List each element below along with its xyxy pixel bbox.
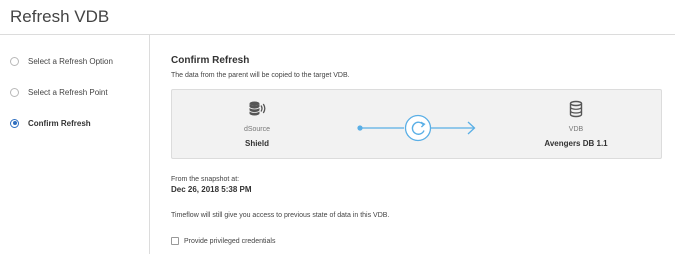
privileged-credentials-label: Provide privileged credentials <box>184 237 276 245</box>
source-type: dSource <box>243 126 271 133</box>
target-name: Avengers DB 1.1 <box>544 139 608 148</box>
snapshot-timestamp: Dec 26, 2018 5:38 PM <box>171 185 252 194</box>
step-label: Confirm Refresh <box>28 118 91 128</box>
step-label: Select a Refresh Point <box>28 87 108 97</box>
source-name: Shield <box>244 139 269 148</box>
section-description: The data from the parent will be copied … <box>171 72 350 79</box>
wizard-steps-sidebar: Select a Refresh Option Select a Refresh… <box>0 35 150 254</box>
step-select-refresh-option[interactable]: Select a Refresh Option <box>10 54 113 68</box>
step-confirm-refresh[interactable]: Confirm Refresh <box>10 116 91 130</box>
section-heading: Confirm Refresh <box>171 55 250 66</box>
vdb-database-icon <box>569 100 583 118</box>
privileged-credentials-checkbox[interactable] <box>171 237 179 245</box>
privileged-credentials-option[interactable]: Provide privileged credentials <box>171 237 275 245</box>
timeflow-note: Timeflow will still give you access to p… <box>171 212 390 219</box>
step-radio-icon <box>10 87 19 97</box>
page-title: Refresh VDB <box>10 7 110 26</box>
refresh-diagram: dSource Shield VDB Avengers DB 1.1 <box>171 89 662 159</box>
step-select-refresh-point[interactable]: Select a Refresh Point <box>10 85 108 99</box>
confirm-refresh-panel: Confirm Refresh The data from the parent… <box>171 35 671 254</box>
step-radio-icon <box>10 56 19 66</box>
snapshot-label: From the snapshot at: <box>171 176 240 183</box>
target-type: VDB <box>568 126 584 133</box>
dsource-database-icon <box>249 101 266 116</box>
step-radio-selected-icon <box>10 118 19 128</box>
step-label: Select a Refresh Option <box>28 56 113 66</box>
refresh-flow-arrow <box>357 114 476 142</box>
